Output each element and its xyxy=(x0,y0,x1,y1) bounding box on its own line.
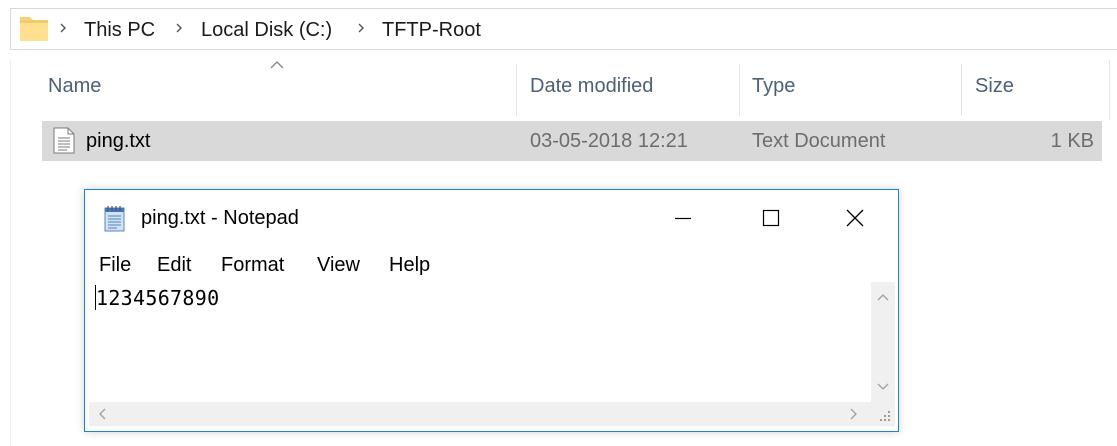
menu-format[interactable]: Format xyxy=(221,254,284,276)
column-header-name[interactable]: Name xyxy=(48,74,101,98)
column-separator[interactable] xyxy=(516,64,517,116)
text-file-icon xyxy=(53,127,75,154)
menu-help[interactable]: Help xyxy=(389,254,430,276)
file-date-modified: 03-05-2018 12:21 xyxy=(530,130,688,152)
scroll-down-icon[interactable] xyxy=(875,378,891,394)
resize-grip[interactable] xyxy=(871,402,895,426)
file-size: 1 KB xyxy=(1050,130,1094,152)
breadcrumb-tftp-root[interactable]: TFTP-Root xyxy=(382,19,481,41)
chevron-right-icon[interactable] xyxy=(57,22,69,34)
menu-bar: File Edit Format View Help xyxy=(85,248,898,282)
scroll-up-icon[interactable] xyxy=(875,290,891,306)
file-name: ping.txt xyxy=(86,130,151,152)
column-separator[interactable] xyxy=(739,64,740,116)
pane-border xyxy=(10,60,11,446)
maximize-button[interactable] xyxy=(727,190,815,246)
editor-content: 1234567890 xyxy=(96,286,220,310)
column-header-type[interactable]: Type xyxy=(752,74,795,98)
scroll-right-icon[interactable] xyxy=(845,406,861,422)
horizontal-scrollbar[interactable] xyxy=(89,402,871,426)
title-bar[interactable]: ping.txt - Notepad xyxy=(85,190,898,246)
scroll-left-icon[interactable] xyxy=(95,406,111,422)
chevron-right-icon[interactable] xyxy=(173,22,185,34)
notepad-window[interactable]: ping.txt - Notepad File Edit Format View… xyxy=(84,189,899,432)
minimize-button[interactable] xyxy=(639,190,727,246)
menu-edit[interactable]: Edit xyxy=(157,254,191,276)
address-bar[interactable]: This PC Local Disk (C:) TFTP-Root xyxy=(10,8,1117,50)
chevron-right-icon[interactable] xyxy=(355,22,367,34)
menu-file[interactable]: File xyxy=(99,254,131,276)
menu-view[interactable]: View xyxy=(317,254,360,276)
folder-icon xyxy=(20,17,48,41)
close-icon xyxy=(846,209,864,227)
maximize-icon xyxy=(762,209,780,227)
column-separator[interactable] xyxy=(961,64,962,116)
file-type: Text Document xyxy=(752,130,886,152)
column-header-date-modified[interactable]: Date modified xyxy=(530,74,653,98)
resize-grip-icon xyxy=(880,411,890,421)
close-button[interactable] xyxy=(811,190,899,246)
pane-border xyxy=(1109,60,1110,120)
window-title: ping.txt - Notepad xyxy=(141,207,299,229)
column-header-size[interactable]: Size xyxy=(975,74,1014,98)
minimize-icon xyxy=(675,217,691,220)
breadcrumb-this-pc[interactable]: This PC xyxy=(84,19,155,41)
table-row[interactable]: ping.txt 03-05-2018 12:21 Text Document … xyxy=(42,121,1102,161)
text-editor[interactable]: 1234567890 xyxy=(89,282,871,402)
vertical-scrollbar[interactable] xyxy=(871,282,895,402)
notepad-icon xyxy=(104,206,125,232)
sort-ascending-icon xyxy=(270,61,284,69)
breadcrumb-local-disk[interactable]: Local Disk (C:) xyxy=(201,19,332,41)
